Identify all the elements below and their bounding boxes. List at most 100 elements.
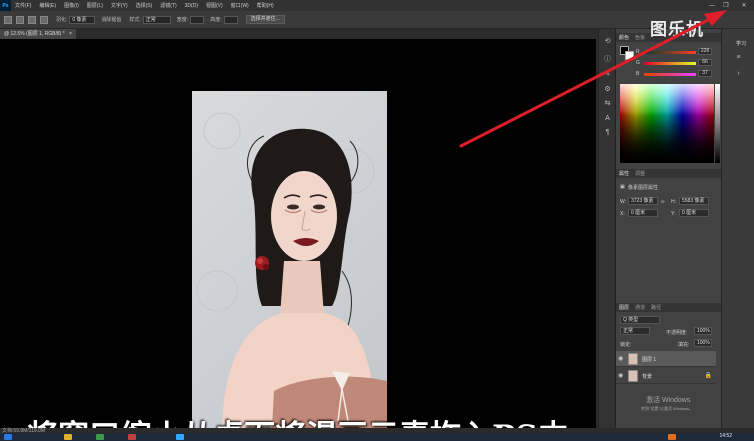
panel-icon-strip: ⟲ ⓘ ✎ ⚙ ⇆ A ¶: [598, 29, 615, 428]
brush-settings-icon[interactable]: ✎: [603, 70, 612, 79]
taskbar-clock: 14:52: [719, 433, 732, 439]
antialias-label[interactable]: 消除锯齿: [101, 16, 121, 23]
grayscale-ramp[interactable]: [715, 84, 720, 163]
photoshop-task-icon[interactable]: [176, 434, 184, 440]
menu-filter[interactable]: 滤镜(T): [156, 2, 180, 9]
height-label: 高度:: [210, 17, 222, 23]
red-value[interactable]: 228: [698, 48, 712, 55]
menu-file[interactable]: 文件(F): [11, 2, 35, 9]
green-value[interactable]: 66: [698, 59, 712, 66]
new-selection-icon[interactable]: [16, 15, 24, 24]
start-icon[interactable]: [4, 434, 12, 440]
blue-label: B: [636, 71, 640, 77]
fill-field[interactable]: 100%: [694, 339, 712, 347]
red-label: R: [636, 49, 640, 55]
photoshop-logo-icon: Ps: [0, 0, 11, 11]
green-slider-track[interactable]: [644, 62, 696, 65]
properties-panel-tabs: 属性 调整: [616, 169, 722, 178]
style-label: 样式:: [129, 17, 141, 23]
menu-window[interactable]: 窗口(W): [227, 2, 253, 9]
subtract-selection-icon[interactable]: [40, 15, 48, 24]
y-label: Y:: [671, 211, 676, 217]
document-canvas[interactable]: 将窗口缩小从桌面将漫画元素拖入PS中: [0, 39, 596, 428]
tab-properties[interactable]: 属性: [616, 170, 632, 177]
tab-channels[interactable]: 通道: [632, 304, 648, 311]
properties-icon[interactable]: ⚙: [603, 85, 612, 94]
layer-thumbnail: [628, 353, 638, 365]
adjust-icon[interactable]: ⇆: [603, 99, 612, 108]
close-tab-icon[interactable]: ×: [69, 31, 72, 37]
opacity-label: 不透明度:: [666, 330, 688, 336]
tray-icon[interactable]: [668, 434, 676, 440]
menu-3d[interactable]: 3D(D): [181, 3, 202, 9]
link-icon[interactable]: ∞: [661, 199, 665, 205]
height-field[interactable]: 5583 像素: [679, 197, 709, 205]
portrait-photo: [192, 91, 387, 428]
tab-adjustments[interactable]: 调整: [632, 170, 648, 177]
select-and-mask-button[interactable]: 选择并遮住...: [245, 15, 285, 24]
options-bar: 羽化: 0 像素 消除锯齿 样式: 正常 宽度: 高度: 选择并遮住...: [0, 11, 754, 29]
visibility-eye-icon[interactable]: ◉: [618, 372, 623, 379]
red-slider-track[interactable]: [644, 51, 696, 54]
minimize-button[interactable]: —: [706, 0, 718, 11]
tab-paths[interactable]: 路径: [648, 304, 664, 311]
document-tab-bar: @ 12.5% (图层 1, RGB/8) * ×: [0, 29, 600, 39]
tab-color[interactable]: 颜色: [616, 34, 632, 41]
layer-name: 背景: [642, 374, 653, 380]
width-label: W:: [620, 199, 627, 205]
marquee-tool-icon[interactable]: [4, 15, 12, 24]
portrait-illustration: [196, 112, 387, 428]
y-field[interactable]: 0 厘米: [679, 209, 709, 217]
layers-panel-tabs: 图层 通道 路径: [616, 303, 722, 312]
fill-label: 填充:: [678, 342, 690, 348]
menu-select[interactable]: 选择(S): [132, 2, 157, 9]
blue-value[interactable]: 37: [698, 70, 712, 77]
opacity-field[interactable]: 100%: [694, 327, 712, 335]
blend-mode-select[interactable]: 正常: [620, 327, 650, 335]
tutorial-caption: 将窗口缩小从桌面将漫画元素拖入PS中: [0, 411, 596, 428]
menu-edit[interactable]: 编辑(E): [35, 2, 60, 9]
menu-image[interactable]: 图像(I): [60, 2, 83, 9]
style-select[interactable]: 正常: [142, 15, 171, 24]
x-field[interactable]: 0 厘米: [628, 209, 658, 217]
menu-layer[interactable]: 图层(L): [83, 2, 107, 9]
width-field[interactable]: 3723 像素: [628, 197, 658, 205]
visibility-eye-icon[interactable]: ◉: [618, 355, 623, 362]
paragraph-icon[interactable]: ¶: [603, 128, 612, 137]
explorer-icon[interactable]: [64, 434, 72, 440]
tab-layers[interactable]: 图层: [616, 304, 632, 311]
collapsed-panel-strip: ≡ ›: [721, 29, 754, 428]
height-label: H:: [671, 199, 676, 205]
blue-slider[interactable]: B 37: [620, 70, 720, 79]
app-icon[interactable]: [96, 434, 104, 440]
menu-type[interactable]: 文字(Y): [107, 2, 132, 9]
width-input[interactable]: [190, 15, 205, 24]
logo-subtext: 学习: [736, 41, 747, 47]
green-slider[interactable]: G 66: [620, 59, 720, 68]
layer-thumbnail: [628, 370, 638, 382]
tab-swatches[interactable]: 色板: [632, 34, 648, 41]
menu-view[interactable]: 视图(V): [202, 2, 227, 9]
lock-icon[interactable]: 🔒: [705, 372, 712, 379]
add-selection-icon[interactable]: [28, 15, 36, 24]
color-spectrum[interactable]: [620, 84, 714, 163]
feather-input[interactable]: 0 像素: [69, 15, 96, 24]
layer-row[interactable]: ◉ 背景 🔒: [616, 368, 716, 384]
info-icon[interactable]: ⓘ: [603, 55, 612, 64]
red-slider[interactable]: R 228: [620, 48, 720, 57]
app-icon[interactable]: [128, 434, 136, 440]
close-button[interactable]: ✕: [738, 0, 750, 11]
document-tab[interactable]: @ 12.5% (图层 1, RGB/8) * ×: [0, 29, 76, 39]
x-label: X:: [620, 211, 625, 217]
layer-kind-filter[interactable]: Q 类型: [620, 316, 660, 324]
height-input[interactable]: [223, 15, 238, 24]
panel-toggle-icon[interactable]: ›: [734, 69, 743, 78]
collapse-panels-icon[interactable]: ≡: [734, 53, 743, 62]
history-icon[interactable]: ⟲: [603, 37, 612, 46]
character-icon[interactable]: A: [603, 114, 612, 123]
layer-row[interactable]: ◉ 图层 1: [616, 351, 716, 367]
blue-slider-track[interactable]: [644, 73, 696, 76]
restore-button[interactable]: ❐: [720, 0, 732, 11]
menu-help[interactable]: 帮助(H): [253, 2, 278, 9]
right-panels: 颜色 色板 R 228 G 66 B 37 属性 调整 ▣ 像素图层属性 W: …: [615, 29, 722, 428]
